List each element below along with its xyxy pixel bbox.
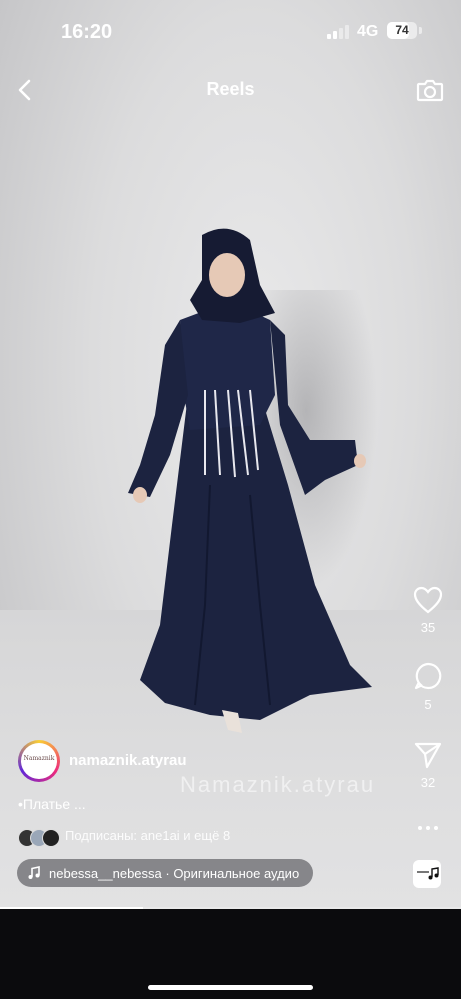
dress-bodice: [180, 305, 275, 430]
like-action[interactable]: 35: [400, 586, 456, 635]
avatar[interactable]: Namaznik: [18, 740, 60, 782]
send-icon[interactable]: [413, 741, 443, 769]
signal-icon: [327, 25, 349, 39]
comment-count: 5: [424, 697, 432, 712]
home-indicator: [148, 985, 313, 990]
status-time: 16:20: [61, 21, 113, 43]
username[interactable]: namaznik.atyrau: [69, 752, 187, 769]
comment-action[interactable]: 5: [400, 661, 456, 712]
more-dots-icon[interactable]: [416, 820, 440, 836]
audio-thumbnail[interactable]: [413, 860, 441, 888]
followed-by-text: Подписаны: ane1ai и ещё 8: [65, 828, 231, 843]
share-action[interactable]: 32: [400, 741, 456, 790]
like-count: 35: [420, 620, 436, 635]
follower-avatar: [42, 829, 60, 847]
video-watermark: Namaznik.atyrau: [180, 772, 376, 797]
battery-level: 74: [395, 23, 409, 37]
camera-icon: [416, 79, 444, 102]
audio-button[interactable]: nebessa__nebessa · Оригинальное аудио: [17, 859, 314, 887]
music-note-icon: [28, 866, 40, 879]
page-title: Reels: [206, 79, 255, 99]
network-type: 4G: [357, 23, 379, 40]
more-action[interactable]: [400, 820, 456, 836]
camera-button[interactable]: [414, 74, 446, 106]
heart-icon[interactable]: [413, 586, 443, 614]
post-caption[interactable]: •Платье ...: [18, 796, 86, 812]
audio-label: nebessa__nebessa · Оригинальное аудио: [49, 865, 300, 881]
face: [209, 253, 245, 297]
battery-icon: 74: [387, 22, 417, 39]
share-count: 32: [420, 775, 436, 790]
music-note-icon: [417, 867, 439, 880]
avatar-logo: Namaznik: [23, 755, 55, 762]
comment-icon[interactable]: [413, 661, 443, 691]
status-bar: 16:20 4G 74: [0, 0, 461, 64]
battery-tip: [419, 27, 422, 34]
right-sleeve: [270, 320, 358, 495]
avatar-image: Namaznik: [21, 743, 57, 779]
model-figure: [128, 228, 372, 733]
